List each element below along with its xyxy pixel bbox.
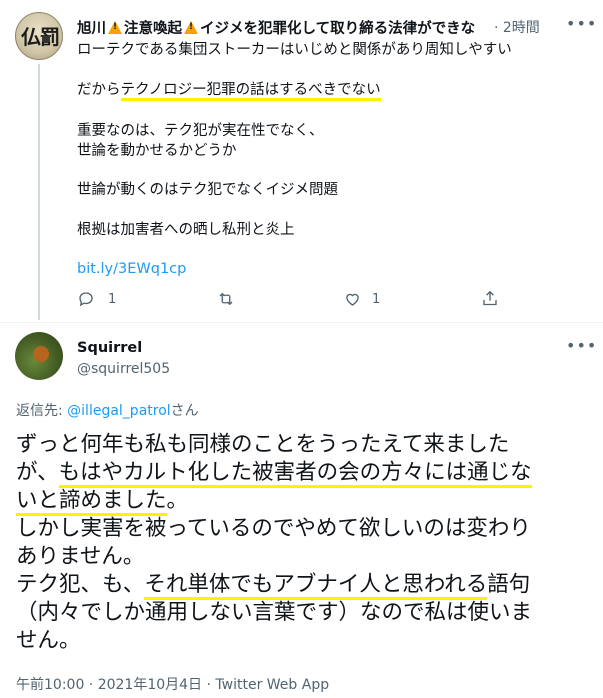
tweet-text-line: ローテクである集団ストーカーはいじめと関係があり周知しやすい xyxy=(77,42,512,58)
tweet-time[interactable]: · 2時間 xyxy=(494,17,540,37)
like-action[interactable] xyxy=(343,290,362,312)
tweet-text-line: せん。 xyxy=(16,628,81,653)
author-handle[interactable]: @squirrel505 xyxy=(77,361,170,377)
highlighted-text: いと諦めました xyxy=(16,488,167,516)
tweet-text-line: が、もはやカルト化した被害者の会の方々には通じな xyxy=(16,459,532,488)
text-segment: テク犯、も、 xyxy=(16,572,145,597)
more-icon[interactable]: ••• xyxy=(566,336,597,355)
text-segment: 語句 xyxy=(487,572,531,597)
highlighted-text: それ単体でもアブナイ人と思われる xyxy=(144,572,488,600)
author-name[interactable]: Squirrel xyxy=(77,340,142,356)
tweet-text-line: 世論を動かせるかどうか xyxy=(77,143,237,159)
author-name-part: イジメを犯罪化して取り締る法律ができな xyxy=(200,21,476,37)
like-count: 1 xyxy=(372,292,381,307)
thread-line xyxy=(38,64,40,320)
divider xyxy=(0,322,603,323)
tweet-text-line: 重要なのは、テク犯が実在性でなく、 xyxy=(77,123,324,139)
share-icon xyxy=(483,290,497,306)
tweet-text-line: 世論が動くのはテク犯でなくイジメ問題 xyxy=(77,182,338,198)
retweet-icon xyxy=(219,292,233,306)
reply-count: 1 xyxy=(108,292,117,307)
avatar-logo-text: 仏罰 xyxy=(21,25,60,49)
text-segment: 。 xyxy=(166,488,189,513)
tweet-text-line: ありません。 xyxy=(16,544,145,569)
highlighted-text: もはやカルト化した被害者の会の方々には通じな xyxy=(58,460,532,488)
mention-link[interactable]: @illegal_patrol xyxy=(67,403,171,419)
heart-icon xyxy=(346,293,359,306)
text-segment: が、 xyxy=(16,460,59,485)
tweet-author-header[interactable]: 旭川 注意喚起 イジメを犯罪化して取り締る法律ができな xyxy=(77,17,547,39)
author-name-part: 注意喚起 xyxy=(124,21,182,37)
tweet-text-line: ずっと何年も私も同様のことをうったえて来ました xyxy=(16,432,510,457)
warning-icon xyxy=(184,21,198,34)
reply-icon xyxy=(79,292,93,307)
tweet-text-line: いと諦めました。 xyxy=(16,487,189,516)
tweet-text-line: テク犯、も、それ単体でもアブナイ人と思われる語句 xyxy=(16,571,531,600)
tweet-text-line: だからテクノロジー犯罪の話はするべきでない xyxy=(77,80,381,101)
reply-suffix: さん xyxy=(170,403,199,419)
tweet-text-line: （内々でしか通用しない言葉です）なので私は使いま xyxy=(16,600,533,625)
warning-icon xyxy=(108,21,122,34)
avatar[interactable]: 仏罰 xyxy=(15,12,63,60)
tweet-text-line: しかし実害を被っているのでやめて欲しいのは変わり xyxy=(16,516,531,541)
reply-to-line: 返信先: @illegal_patrolさん xyxy=(16,400,199,420)
text-segment: だから xyxy=(77,82,121,98)
highlighted-text: テクノロジー犯罪の話はするべきでない xyxy=(120,82,381,101)
retweet-action[interactable] xyxy=(216,290,236,312)
tweet-link[interactable]: bit.ly/3EWq1cp xyxy=(77,261,186,277)
avatar[interactable] xyxy=(15,332,63,380)
more-icon[interactable]: ••• xyxy=(566,14,597,33)
author-name: 旭川 xyxy=(77,21,106,37)
reply-label: 返信先: xyxy=(16,403,68,419)
share-action[interactable] xyxy=(481,289,499,312)
tweet-timestamp[interactable]: 午前10:00 · 2021年10月4日 · Twitter Web App xyxy=(16,674,329,694)
reply-action[interactable] xyxy=(77,290,95,312)
tweet-text-line: 根拠は加害者への晒し私刑と炎上 xyxy=(77,222,295,238)
squirrel-image xyxy=(33,346,49,362)
